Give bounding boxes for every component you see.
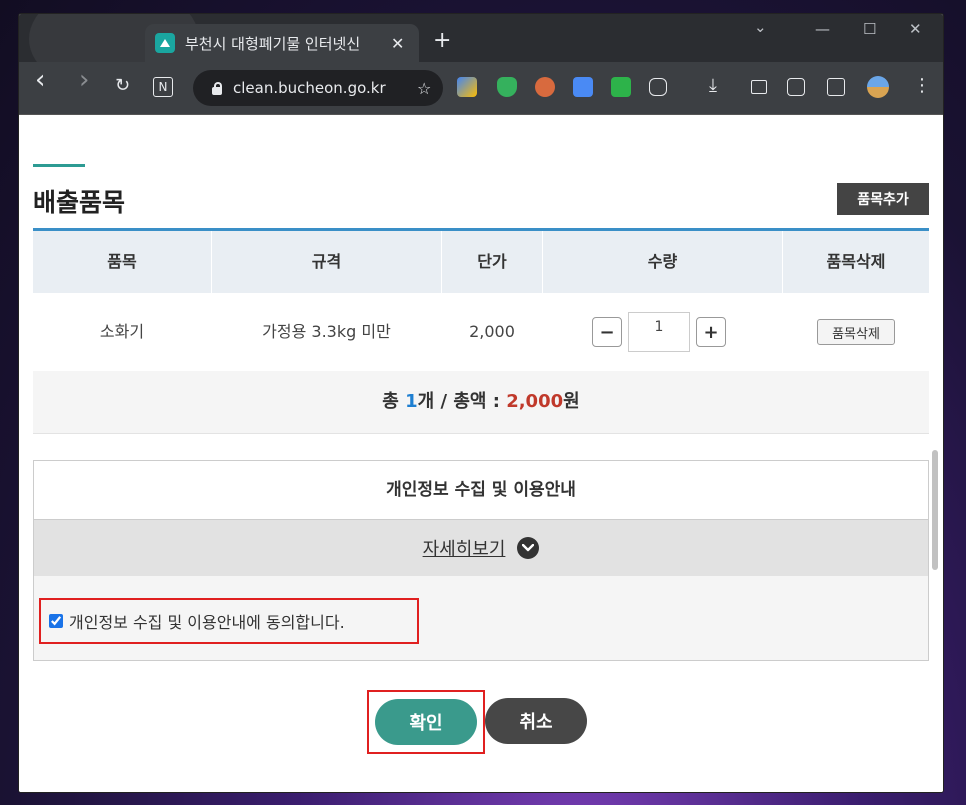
header-delete: 품목삭제 (826, 252, 886, 271)
close-window-button[interactable]: ✕ (909, 20, 922, 38)
summary-count: 1 (405, 391, 418, 412)
quantity-stepper: − 1 + (592, 293, 726, 371)
notion-extension-icon[interactable]: N (153, 77, 173, 97)
summary-suffix: 원 (563, 391, 580, 412)
consent-checkbox[interactable] (49, 614, 63, 628)
download-icon[interactable]: ⤓ (709, 76, 717, 96)
site-favicon-icon (155, 33, 175, 53)
confirm-highlight: 확인 (367, 690, 485, 754)
quantity-minus-button[interactable]: − (592, 317, 622, 347)
shield-extension-icon[interactable] (497, 77, 517, 97)
privacy-section: 개인정보 수집 및 이용안내 자세히보기 개인정보 수집 및 이용안내에 동의합… (33, 460, 929, 661)
privacy-title: 개인정보 수집 및 이용안내 (34, 461, 928, 520)
sidepanel-icon[interactable] (827, 78, 845, 96)
translate-extension-icon[interactable] (573, 77, 593, 97)
header-quantity: 수량 (647, 252, 678, 271)
tab-search-icon[interactable]: ⌄ (754, 18, 767, 36)
more-menu-icon[interactable]: ⋮ (913, 76, 931, 96)
cell-spec: 가정용 3.3kg 미만 (262, 322, 391, 341)
minimize-button[interactable]: — (815, 20, 830, 38)
section-title: 배출품목 (33, 188, 126, 217)
chevron-down-icon[interactable] (517, 537, 540, 559)
page-content: 배출품목 품목추가 품목 규격 단가 수량 품목삭제 소화기 가정용 3.3kg… (19, 115, 943, 792)
cancel-button[interactable]: 취소 (485, 698, 587, 744)
summary-middle: 개 / 총액 : (417, 391, 507, 412)
bookmark-star-icon[interactable]: ☆ (417, 79, 431, 98)
add-item-button[interactable]: 품목추가 (837, 183, 929, 215)
summary-amount: 2,000 (506, 391, 564, 412)
confirm-button[interactable]: 확인 (375, 699, 477, 745)
reload-button[interactable]: ↻ (115, 76, 130, 96)
quantity-plus-button[interactable]: + (696, 317, 726, 347)
url-text: clean.bucheon.go.kr (233, 79, 386, 97)
maximize-button[interactable]: ☐ (863, 20, 876, 38)
header-item: 품목 (107, 252, 137, 271)
tab-close-icon[interactable]: ✕ (391, 34, 404, 53)
order-summary: 총 1개 / 총액 : 2,000원 (33, 371, 929, 434)
tab-active[interactable]: 부천시 대형폐기물 인터넷신 ✕ (145, 24, 419, 62)
details-toggle[interactable]: 자세히보기 (34, 520, 928, 576)
quantity-input[interactable]: 1 (628, 312, 690, 352)
address-bar[interactable]: clean.bucheon.go.kr ☆ (193, 70, 443, 106)
media-icon[interactable] (751, 80, 767, 94)
header-spec: 규격 (311, 252, 342, 271)
screenshot-icon[interactable] (787, 78, 805, 96)
title-bar: 부천시 대형폐기물 인터넷신 ✕ + ⌄ — ☐ ✕ (19, 14, 943, 94)
browser-window: 부천시 대형폐기물 인터넷신 ✕ + ⌄ — ☐ ✕ ‹ › ↻ N clean… (19, 14, 943, 792)
summary-prefix: 총 (382, 391, 406, 412)
table-header: 품목 규격 단가 수량 품목삭제 (33, 231, 929, 293)
header-price: 단가 (477, 252, 507, 271)
scrollbar-thumb[interactable] (932, 450, 938, 570)
details-link[interactable]: 자세히보기 (423, 535, 506, 561)
tab-title: 부천시 대형폐기물 인터넷신 (185, 34, 361, 53)
lock-icon (211, 82, 223, 95)
forward-button[interactable]: › (79, 67, 89, 93)
plus-extension-icon[interactable] (611, 77, 631, 97)
profile-avatar-icon[interactable] (867, 76, 889, 98)
consent-highlight: 개인정보 수집 및 이용안내에 동의합니다. (39, 598, 419, 644)
cell-item: 소화기 (99, 322, 145, 341)
back-button[interactable]: ‹ (35, 67, 45, 93)
cell-price: 2,000 (469, 322, 515, 341)
consent-label[interactable]: 개인정보 수집 및 이용안내에 동의합니다. (69, 609, 345, 633)
avatar-extension-icon[interactable] (535, 77, 555, 97)
table-row: 소화기 가정용 3.3kg 미만 2,000 − 1 + 품목삭제 (33, 293, 929, 372)
extension-g-icon[interactable] (457, 77, 477, 97)
new-tab-button[interactable]: + (433, 28, 451, 53)
delete-item-button[interactable]: 품목삭제 (817, 319, 895, 345)
section-accent-bar (33, 164, 85, 167)
extensions-puzzle-icon[interactable] (649, 78, 667, 96)
browser-toolbar: ‹ › ↻ N clean.bucheon.go.kr ☆ ⤓ ⋮ (19, 62, 943, 115)
